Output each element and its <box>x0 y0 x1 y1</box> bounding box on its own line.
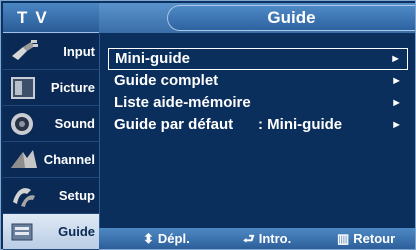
sidebar-item-picture[interactable]: Picture <box>3 70 99 106</box>
menu-item-guide-par-defaut[interactable]: Guide par défaut : Mini-guide ► <box>108 114 408 136</box>
menu-item-label: Mini-guide <box>115 50 190 67</box>
channel-icon <box>11 150 37 168</box>
arrow-right-icon: ► <box>390 53 401 65</box>
menu-item-guide-complet[interactable]: Guide complet ► <box>108 70 408 92</box>
footer-enter-label: Intro. <box>258 231 292 246</box>
menu-item-mini-guide[interactable]: Mini-guide ► <box>108 48 408 70</box>
footer-enter: ⮐ Intro. <box>243 228 291 249</box>
sidebar-item-label: Picture <box>50 80 95 95</box>
sidebar-item-setup[interactable]: Setup <box>3 178 99 214</box>
footer-move: ⬍ Dépl. <box>143 228 190 249</box>
enter-icon: ⮐ <box>243 231 255 246</box>
picture-icon <box>11 77 35 99</box>
guide-menu: Mini-guide ► Guide complet ► Liste aide-… <box>99 34 415 228</box>
footer-help-bar: ⬍ Dépl. ⮐ Intro. ▥ Retour <box>99 228 415 249</box>
menu-item-liste-aide-memoire[interactable]: Liste aide-mémoire ► <box>108 92 408 114</box>
arrow-right-icon: ► <box>391 97 402 109</box>
page-title: Guide <box>167 5 415 31</box>
footer-return: ▥ Retour <box>337 228 395 249</box>
sidebar-item-label: Input <box>63 44 95 59</box>
sidebar-item-guide[interactable]: Guide <box>3 214 99 250</box>
tv-title: TV <box>3 3 99 33</box>
input-plug-icon <box>12 40 38 60</box>
sidebar-item-label: Channel <box>43 152 95 167</box>
arrow-right-icon: ► <box>391 119 402 131</box>
sidebar-item-input[interactable]: Input <box>3 34 99 70</box>
menu-item-label: Guide complet <box>114 72 219 89</box>
sidebar-item-label: Guide <box>58 224 95 239</box>
footer-move-label: Dépl. <box>157 231 190 246</box>
menu-item-value: : Mini-guide <box>258 116 343 133</box>
footer-return-label: Retour <box>353 231 396 246</box>
menu-item-label: Guide par défaut <box>114 116 234 133</box>
speaker-icon <box>11 113 33 135</box>
guide-icon <box>11 223 33 241</box>
return-icon: ▥ <box>337 231 350 246</box>
menu-item-label: Liste aide-mémoire <box>114 94 251 111</box>
sidebar: Input Picture Sound Channel Setup Guide <box>3 34 99 250</box>
sidebar-item-channel[interactable]: Channel <box>3 142 99 178</box>
updown-arrow-icon: ⬍ <box>143 231 154 246</box>
setup-icon <box>13 188 35 207</box>
tv-osd-frame: TV Guide Input Picture Sound Channel Set… <box>0 0 416 250</box>
arrow-right-icon: ► <box>391 75 402 87</box>
sidebar-item-label: Setup <box>58 188 95 203</box>
header-bar: Guide <box>99 3 415 33</box>
sidebar-item-label: Sound <box>54 116 95 131</box>
sidebar-item-sound[interactable]: Sound <box>3 106 99 142</box>
